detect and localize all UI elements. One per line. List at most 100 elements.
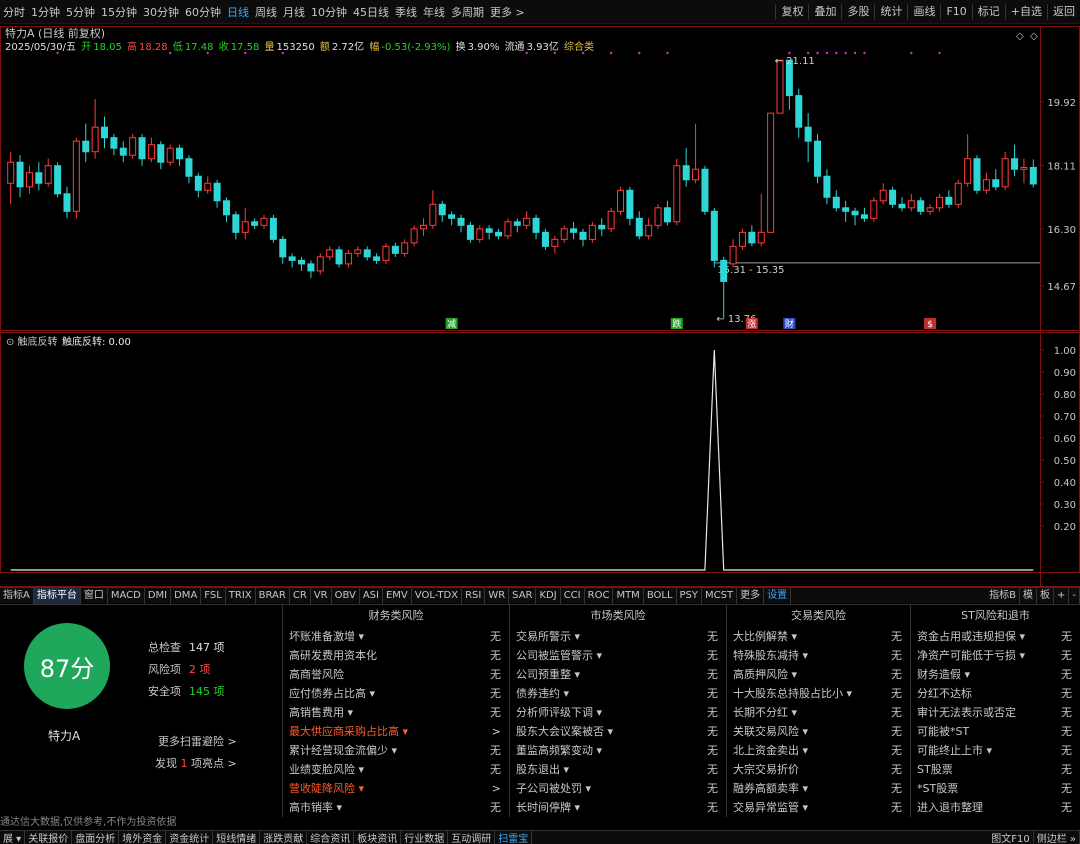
indicator-tab-7[interactable]: TRIX xyxy=(226,587,256,604)
status-tab-7[interactable]: 综合资讯 xyxy=(307,830,355,844)
indicator-tab-20[interactable]: ROC xyxy=(585,587,614,604)
period-tab-1[interactable]: 1分钟 xyxy=(28,4,63,20)
risk-row[interactable]: 子公司被处罚 ▾ 无 xyxy=(510,779,726,798)
indicator-tab-15[interactable]: RSI xyxy=(462,587,486,604)
toolbar-button-8[interactable]: 返回 xyxy=(1047,4,1080,20)
risk-row[interactable]: 财务造假 ▾ 无 xyxy=(911,665,1080,684)
indicator-tab-1[interactable]: 指标平台 xyxy=(33,587,81,604)
indicator-tab-21[interactable]: MTM xyxy=(613,587,644,604)
risk-row[interactable]: 资金占用或违规担保 ▾ 无 xyxy=(911,627,1080,646)
risk-row[interactable]: 交易异常监管 ▾ 无 xyxy=(727,798,910,817)
indicator-tab-0[interactable]: 指标A xyxy=(0,587,34,604)
risk-row[interactable]: 可能终止上市 ▾ 无 xyxy=(911,741,1080,760)
risk-row[interactable]: 特殊股东减持 ▾ 无 xyxy=(727,646,910,665)
risk-row[interactable]: 分析师评级下调 ▾ 无 xyxy=(510,703,726,722)
risk-row[interactable]: 高研发费用资本化 无 xyxy=(283,646,509,665)
risk-row[interactable]: 股东退出 ▾ 无 xyxy=(510,760,726,779)
risk-row[interactable]: 可能被*ST 无 xyxy=(911,722,1080,741)
indicator-right-tab-2[interactable]: 板 xyxy=(1037,587,1054,604)
status-tab-11[interactable]: 扫雷宝 xyxy=(495,830,533,844)
period-tab-13[interactable]: 多周期 xyxy=(448,4,487,20)
indicator-tab-10[interactable]: VR xyxy=(311,587,332,604)
indicator-tab-8[interactable]: BRAR xyxy=(256,587,290,604)
indicator-tab-24[interactable]: MCST xyxy=(702,587,738,604)
status-tab-6[interactable]: 涨跌贡献 xyxy=(260,830,308,844)
status-right-0[interactable]: 图文F10 xyxy=(988,830,1034,844)
risk-row[interactable]: 进入退市整理 无 xyxy=(911,798,1080,817)
risk-row[interactable]: 业绩变脸风险 ▾ 无 xyxy=(283,760,509,779)
risk-row[interactable]: 最大供应商采购占比高 ▾ > xyxy=(283,722,509,741)
indicator-tab-14[interactable]: VOL-TDX xyxy=(412,587,463,604)
period-tab-11[interactable]: 季线 xyxy=(392,4,420,20)
more-scan-link[interactable]: 更多扫雷避险 > xyxy=(158,733,237,749)
risk-row[interactable]: 应付债券占比高 ▾ 无 xyxy=(283,684,509,703)
risk-row[interactable]: 累计经营现金流偏少 ▾ 无 xyxy=(283,741,509,760)
indicator-tab-16[interactable]: WR xyxy=(485,587,510,604)
risk-row[interactable]: 融券高额卖率 ▾ 无 xyxy=(727,779,910,798)
indicator-tab-18[interactable]: KDJ xyxy=(536,587,561,604)
risk-row[interactable]: 高销售费用 ▾ 无 xyxy=(283,703,509,722)
indicator-tab-4[interactable]: DMI xyxy=(145,587,172,604)
period-tab-8[interactable]: 月线 xyxy=(280,4,308,20)
indicator-right-tab-4[interactable]: - xyxy=(1069,587,1080,604)
toolbar-button-5[interactable]: F10 xyxy=(940,4,971,20)
status-tab-10[interactable]: 互动调研 xyxy=(448,830,496,844)
risk-row[interactable]: 长期不分红 ▾ 无 xyxy=(727,703,910,722)
period-tab-5[interactable]: 60分钟 xyxy=(182,4,224,20)
period-tab-10[interactable]: 45日线 xyxy=(350,4,392,20)
risk-row[interactable]: 审计无法表示或否定 无 xyxy=(911,703,1080,722)
period-tab-7[interactable]: 周线 xyxy=(252,4,280,20)
period-tab-2[interactable]: 5分钟 xyxy=(63,4,98,20)
status-tab-5[interactable]: 短线情绪 xyxy=(213,830,261,844)
period-tab-4[interactable]: 30分钟 xyxy=(140,4,182,20)
period-tab-14[interactable]: 更多 > xyxy=(487,4,528,20)
chart-area[interactable]: 19.92 18.11 16.30 14.67 15.31 - 15.35 ← 21.11… xyxy=(0,24,1080,587)
risk-row[interactable]: 营收陡降风险 ▾ > xyxy=(283,779,509,798)
risk-row[interactable]: 分红不达标 无 xyxy=(911,684,1080,703)
risk-row[interactable]: 坏账准备激增 ▾ 无 xyxy=(283,627,509,646)
risk-row[interactable]: 高质押风险 ▾ 无 xyxy=(727,665,910,684)
risk-row[interactable]: 公司被监管警示 ▾ 无 xyxy=(510,646,726,665)
indicator-tab-2[interactable]: 窗口 xyxy=(81,587,108,604)
risk-row[interactable]: 债券违约 ▾ 无 xyxy=(510,684,726,703)
indicator-tab-13[interactable]: EMV xyxy=(383,587,412,604)
indicator-tab-23[interactable]: PSY xyxy=(677,587,703,604)
toolbar-button-6[interactable]: 标记 xyxy=(971,4,1005,20)
risk-row[interactable]: 公司预重整 ▾ 无 xyxy=(510,665,726,684)
toolbar-button-2[interactable]: 多股 xyxy=(841,4,874,20)
status-tab-8[interactable]: 板块资讯 xyxy=(354,830,402,844)
risk-row[interactable]: 交易所警示 ▾ 无 xyxy=(510,627,726,646)
status-tab-0[interactable]: 展 ▾ xyxy=(0,830,26,844)
highlights-link[interactable]: 发现 1 项亮点 > xyxy=(155,755,237,771)
risk-row[interactable]: 北上资金卖出 ▾ 无 xyxy=(727,741,910,760)
indicator-tab-19[interactable]: CCI xyxy=(561,587,585,604)
risk-row[interactable]: 董监高频繁变动 ▾ 无 xyxy=(510,741,726,760)
risk-row[interactable]: ST股票 无 xyxy=(911,760,1080,779)
risk-row[interactable]: 关联交易风险 ▾ 无 xyxy=(727,722,910,741)
risk-row[interactable]: 高市销率 ▾ 无 xyxy=(283,798,509,817)
status-tab-1[interactable]: 关联报价 xyxy=(25,830,73,844)
indicator-tab-12[interactable]: ASI xyxy=(360,587,383,604)
risk-row[interactable]: 股东大会议案被否 ▾ 无 xyxy=(510,722,726,741)
risk-row[interactable]: 大比例解禁 ▾ 无 xyxy=(727,627,910,646)
category-link[interactable]: 综合类 xyxy=(564,42,594,53)
indicator-right-tab-3[interactable]: + xyxy=(1054,587,1070,604)
status-right-1[interactable]: 侧边栏 » xyxy=(1034,830,1080,844)
indicator-tab-22[interactable]: BOLL xyxy=(644,587,677,604)
status-tab-3[interactable]: 境外资金 xyxy=(119,830,167,844)
indicator-right-tab-1[interactable]: 模 xyxy=(1020,587,1037,604)
indicator-tab-6[interactable]: FSL xyxy=(201,587,226,604)
indicator-tab-17[interactable]: SAR xyxy=(509,587,537,604)
status-tab-4[interactable]: 资金统计 xyxy=(166,830,214,844)
indicator-tab-26[interactable]: 设置 xyxy=(764,587,792,604)
period-tab-3[interactable]: 15分钟 xyxy=(98,4,140,20)
period-tab-6[interactable]: 日线 xyxy=(224,4,252,20)
status-tab-2[interactable]: 盘面分析 xyxy=(72,830,120,844)
indicator-tab-3[interactable]: MACD xyxy=(108,587,145,604)
period-tab-0[interactable]: 分时 xyxy=(0,4,28,20)
status-tab-9[interactable]: 行业数据 xyxy=(401,830,449,844)
toolbar-button-1[interactable]: 叠加 xyxy=(808,4,841,20)
indicator-tab-5[interactable]: DMA xyxy=(171,587,202,604)
risk-row[interactable]: 长时间停牌 ▾ 无 xyxy=(510,798,726,817)
risk-row[interactable]: 净资产可能低于亏损 ▾ 无 xyxy=(911,646,1080,665)
